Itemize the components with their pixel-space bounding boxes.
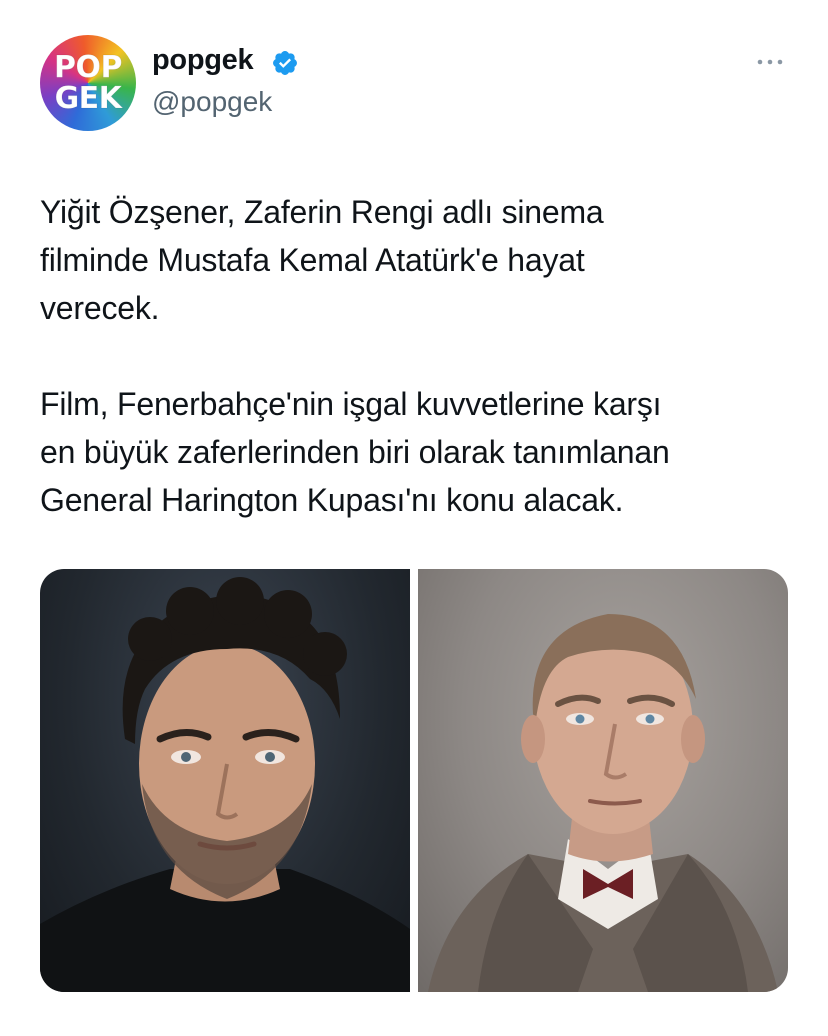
- avatar[interactable]: POP GEK: [40, 35, 136, 131]
- photo-right[interactable]: [418, 569, 788, 992]
- more-options-icon[interactable]: [752, 52, 788, 72]
- username[interactable]: @popgek: [152, 86, 272, 118]
- display-name[interactable]: popgek: [152, 44, 254, 77]
- portrait-illustration: [428, 614, 778, 992]
- media-grid[interactable]: [40, 569, 788, 992]
- verified-badge-icon: [273, 51, 297, 75]
- avatar-logo: POP GEK: [40, 35, 136, 131]
- portrait-illustration: [40, 577, 410, 992]
- tweet-text: Yiğit Özşener, Zaferin Rengi adlı sinema…: [40, 194, 670, 518]
- avatar-logo-line-1: POP: [54, 50, 123, 85]
- avatar-logo-line-2: GEK: [54, 81, 122, 116]
- photo-left[interactable]: [40, 569, 410, 992]
- tweet: POP GEK popgek @popgek Yiğit Özşener, Za…: [0, 0, 828, 1036]
